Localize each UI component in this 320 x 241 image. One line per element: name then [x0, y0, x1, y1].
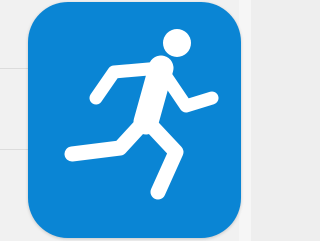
app-icon-button[interactable] [28, 2, 241, 238]
running-person-icon [64, 29, 219, 200]
